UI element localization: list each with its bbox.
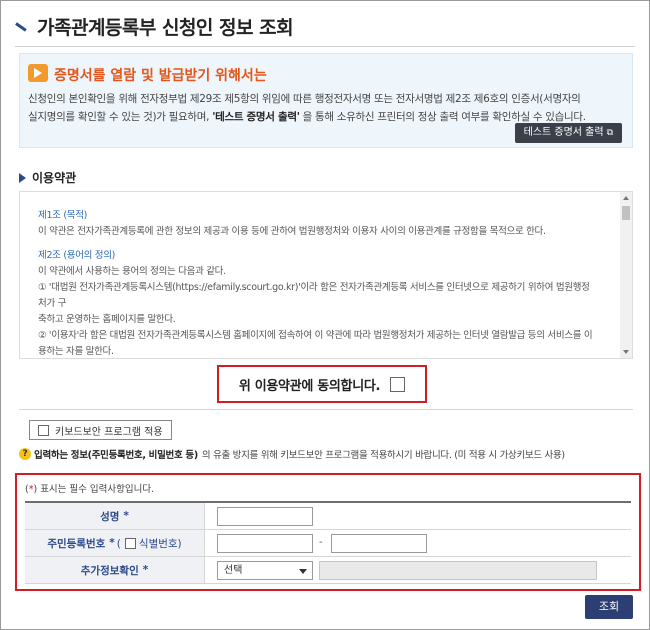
page-frame: 가족관계등록부 신청인 정보 조회 증명서를 열람 및 발급받기 위해서는 신청… (0, 0, 650, 630)
rrn-required-star: * (109, 537, 115, 549)
test-print-button[interactable]: 테스트 증명서 출력 ⧉ (514, 123, 622, 143)
article-1-title: 제1조 (목적) (38, 210, 88, 221)
scroll-thumb[interactable] (622, 206, 630, 220)
article-2-item-2a: ② '이용자'라 함은 대법원 전자가족관계등록시스템 홈페이지에 접속하여 이… (38, 330, 593, 341)
extra-info-select[interactable]: 선택 (217, 561, 313, 580)
terms-scrollbar[interactable] (620, 192, 632, 358)
rrn-front-input[interactable] (217, 534, 313, 553)
notice-body: 신청인의 본인확인을 위해 전자정부법 제29조 제5항의 위임에 따른 행정전… (28, 90, 628, 126)
scroll-down-icon[interactable] (623, 350, 629, 354)
rrn-back-input[interactable] (331, 534, 427, 553)
keyboard-security-toggle[interactable]: 키보드보안 프로그램 적용 (29, 420, 172, 440)
article-2-intro: 이 약관에서 사용하는 용어의 정의는 다음과 같다. (38, 266, 226, 277)
article-1-text: 이 약관은 전자가족관계등록에 관한 정보의 제공과 이용 등에 관하여 법원행… (38, 226, 546, 237)
hint-bold-text: 입력하는 정보(주민등록번호, 비밀번호 등) (34, 450, 198, 461)
form-table: 성명 * 주민등록번호 * (식별번호) - 추가정보확인 * 선택 (25, 501, 631, 585)
name-label: 성명 (100, 510, 120, 523)
keyboard-security-checkbox[interactable] (38, 424, 49, 436)
title-divider (15, 46, 635, 47)
agree-divider (19, 409, 633, 410)
article-2-item-2b: 용하는 자를 말한다. (38, 346, 114, 357)
rrn-id-open: ( (116, 537, 121, 550)
name-label-cell: 성명 * (25, 503, 205, 529)
name-required-star: * (123, 510, 129, 522)
required-note-text: ) 표시는 필수 입력사항입니다. (33, 484, 155, 495)
title-mark-icon (15, 20, 29, 34)
search-submit-button[interactable]: 조회 (585, 595, 633, 619)
extra-info-select-value: 선택 (224, 565, 243, 576)
required-note: (*) 표시는 필수 입력사항입니다. (25, 481, 154, 495)
row-name: 성명 * (25, 503, 631, 530)
rrn-value-cell: - (205, 530, 631, 556)
extra-info-label: 추가정보확인 (80, 564, 139, 577)
row-rrn: 주민등록번호 * ( 식별번호) - (25, 530, 631, 557)
extra-required-star: * (142, 564, 149, 576)
rrn-id-label: 식별번호) (138, 537, 182, 550)
name-value-cell (205, 503, 631, 529)
row-extra-info: 추가정보확인 * 선택 (25, 557, 631, 584)
extra-value-cell: 선택 (205, 557, 631, 583)
megaphone-icon (28, 64, 48, 82)
terms-content: 제1조 (목적) 이 약관은 전자가족관계등록에 관한 정보의 제공과 이용 등… (38, 208, 598, 358)
notice-line-2-post: 을 통해 소유하신 프린터의 정상 출력 여부를 확인하실 수 있습니다. (299, 111, 586, 123)
hint-text: 의 유출 방지를 위해 키보드보안 프로그램을 적용하시기 바랍니다. (미 적… (201, 450, 565, 461)
page-title: 가족관계등록부 신청인 정보 조회 (37, 17, 294, 39)
agree-terms-box: 위 이용약관에 동의합니다. (217, 365, 427, 403)
article-2-item-1a: ① '대법원 전자가족관계등록시스템(https://efamily.scour… (38, 282, 590, 309)
terms-section-title: 이용약관 (32, 171, 77, 185)
notice-line-1: 신청인의 본인확인을 위해 전자정부법 제29조 제5항의 위임에 따른 행정전… (28, 93, 581, 105)
keyboard-security-label: 키보드보안 프로그램 적용 (55, 426, 163, 438)
external-link-icon: ⧉ (606, 128, 613, 138)
keyboard-security-hint: ? 입력하는 정보(주민등록번호, 비밀번호 등) 의 유출 방지를 위해 키보… (19, 447, 565, 461)
article-2-title: 제2조 (용어의 정의) (38, 250, 116, 261)
chevron-down-icon (299, 569, 307, 574)
article-2-item-1b: 축하고 운영하는 홈페이지를 말한다. (38, 314, 176, 325)
rrn-label: 주민등록번호 (47, 537, 106, 550)
extra-info-input (319, 561, 597, 580)
rrn-dash: - (319, 537, 323, 548)
rrn-id-checkbox[interactable] (124, 538, 136, 549)
notice-title: 증명서를 열람 및 발급받기 위해서는 (54, 68, 267, 84)
notice-line-2-bold: '테스트 증명서 출력' (212, 111, 300, 123)
terms-section-header: 이용약관 (19, 169, 76, 186)
scroll-up-icon[interactable] (623, 196, 629, 200)
notice-box: 증명서를 열람 및 발급받기 위해서는 신청인의 본인확인을 위해 전자정부법 … (19, 53, 633, 148)
applicant-form: (*) 표시는 필수 입력사항입니다. 성명 * 주민등록번호 * (식별번호) - (15, 473, 641, 591)
section-arrow-icon (19, 172, 26, 183)
agree-terms-label: 위 이용약관에 동의합니다. (238, 378, 381, 394)
page-header: 가족관계등록부 신청인 정보 조회 (15, 13, 294, 40)
rrn-label-cell: 주민등록번호 * ( 식별번호) (25, 530, 205, 556)
agree-terms-checkbox[interactable] (390, 376, 406, 392)
name-input[interactable] (217, 507, 313, 526)
question-icon: ? (19, 448, 31, 460)
rrn-id-option: ( 식별번호) (117, 536, 182, 551)
terms-scroll-box[interactable]: 제1조 (목적) 이 약관은 전자가족관계등록에 관한 정보의 제공과 이용 등… (19, 191, 633, 359)
extra-label-cell: 추가정보확인 * (25, 557, 205, 583)
notice-line-2-pre: 실지명의를 확인할 수 있는 것)가 필요하며, (28, 111, 213, 123)
test-print-button-label: 테스트 증명서 출력 (523, 127, 604, 138)
